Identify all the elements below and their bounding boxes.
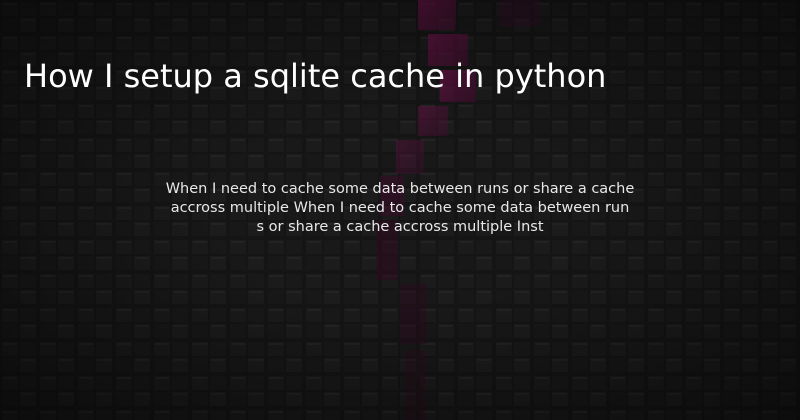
description-line-3: s or share a cache accross multiple Inst <box>256 219 544 235</box>
post-description: When I need to cache some data between r… <box>108 180 692 237</box>
post-title: How I setup a sqlite cache in python <box>24 57 607 95</box>
post-preview-card: How I setup a sqlite cache in python Whe… <box>0 0 800 420</box>
description-line-2: accross multiple When I need to cache so… <box>170 200 630 216</box>
description-line-1: When I need to cache some data between r… <box>165 181 635 197</box>
